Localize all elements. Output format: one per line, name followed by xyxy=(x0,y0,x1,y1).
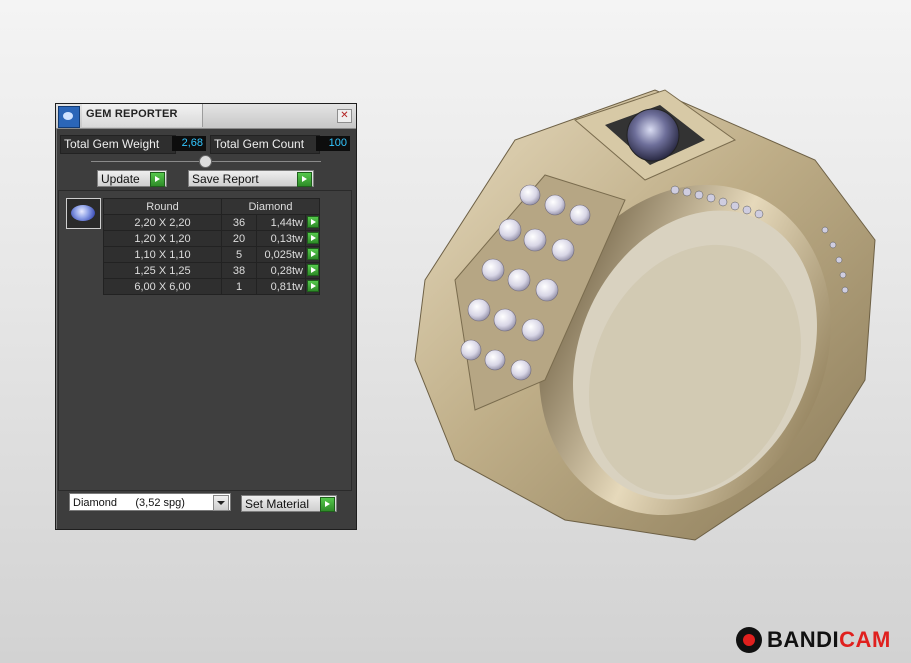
select-gem-button[interactable] xyxy=(305,230,320,247)
gem-count-cell: 20 xyxy=(221,230,257,247)
material-select[interactable]: Diamond (3,52 spg) xyxy=(69,493,231,511)
gem-count-cell: 38 xyxy=(221,262,257,279)
record-icon xyxy=(736,627,762,653)
update-button[interactable]: Update xyxy=(97,170,167,187)
gem-table: Round Diamond 2,20 X 2,20 36 1,44tw 1,20… xyxy=(103,198,320,295)
green-play-arrow-icon xyxy=(307,216,319,228)
green-play-arrow-icon xyxy=(307,280,319,292)
column-header-material: Diamond xyxy=(221,198,320,215)
gem-weight-cell: 0,13tw xyxy=(256,230,306,247)
bandicam-watermark: BANDI CAM xyxy=(736,625,891,655)
gem-weight-cell: 1,44tw xyxy=(256,214,306,231)
gem-weight-cell: 0,28tw xyxy=(256,262,306,279)
table-row: 6,00 X 6,00 1 0,81tw xyxy=(103,278,320,295)
total-gem-count-label: Total Gem Count xyxy=(210,135,320,154)
green-play-arrow-icon xyxy=(307,264,319,276)
table-header-row: Round Diamond xyxy=(103,198,320,215)
green-play-arrow-icon xyxy=(307,248,319,260)
select-gem-button[interactable] xyxy=(305,246,320,263)
save-report-button[interactable]: Save Report xyxy=(188,170,314,187)
gem-size-cell: 1,20 X 1,20 xyxy=(103,230,222,247)
gem-count-cell: 1 xyxy=(221,278,257,295)
total-gem-weight-value: 2,68 xyxy=(172,136,206,151)
green-play-arrow-icon xyxy=(297,172,312,187)
green-play-arrow-icon xyxy=(150,172,165,187)
splitter-handle[interactable] xyxy=(199,155,212,168)
gem-size-cell: 6,00 X 6,00 xyxy=(103,278,222,295)
close-icon[interactable]: ✕ xyxy=(337,109,352,123)
gem-reporter-panel: GEM REPORTER ✕ Total Gem Weight 2,68 Tot… xyxy=(55,103,357,530)
table-row: 1,10 X 1,10 5 0,025tw xyxy=(103,246,320,263)
update-button-label: Update xyxy=(101,172,140,186)
material-select-value: Diamond (3,52 spg) xyxy=(73,497,185,509)
ring-3d-model[interactable] xyxy=(395,80,895,555)
gem-size-cell: 1,10 X 1,10 xyxy=(103,246,222,263)
panel-titlebar[interactable]: GEM REPORTER ✕ xyxy=(56,104,356,129)
column-header-shape: Round xyxy=(103,198,222,215)
gem-reporter-icon xyxy=(58,106,80,128)
green-play-arrow-icon xyxy=(320,497,335,512)
total-gem-count-value: 100 xyxy=(316,136,350,151)
table-row: 1,25 X 1,25 38 0,28tw xyxy=(103,262,320,279)
set-material-button-label: Set Material xyxy=(245,497,310,511)
round-diamond-icon[interactable] xyxy=(66,198,101,229)
gem-weight-cell: 0,81tw xyxy=(256,278,306,295)
select-gem-button[interactable] xyxy=(305,262,320,279)
select-gem-button[interactable] xyxy=(305,278,320,295)
watermark-text-cam: CAM xyxy=(839,627,891,652)
chevron-down-icon[interactable] xyxy=(213,495,229,511)
gem-weight-cell: 0,025tw xyxy=(256,246,306,263)
gem-count-cell: 36 xyxy=(221,214,257,231)
watermark-text-bandi: BANDI xyxy=(767,627,840,652)
gem-count-cell: 5 xyxy=(221,246,257,263)
table-row: 1,20 X 1,20 20 0,13tw xyxy=(103,230,320,247)
select-gem-button[interactable] xyxy=(305,214,320,231)
gem-size-cell: 1,25 X 1,25 xyxy=(103,262,222,279)
set-material-button[interactable]: Set Material xyxy=(241,495,337,512)
panel-title: GEM REPORTER xyxy=(86,108,178,120)
gem-size-cell: 2,20 X 2,20 xyxy=(103,214,222,231)
table-row: 2,20 X 2,20 36 1,44tw xyxy=(103,214,320,231)
save-report-button-label: Save Report xyxy=(192,172,259,186)
total-gem-weight-label: Total Gem Weight xyxy=(60,135,176,154)
gem-table-area: Round Diamond 2,20 X 2,20 36 1,44tw 1,20… xyxy=(58,190,352,491)
green-play-arrow-icon xyxy=(307,232,319,244)
